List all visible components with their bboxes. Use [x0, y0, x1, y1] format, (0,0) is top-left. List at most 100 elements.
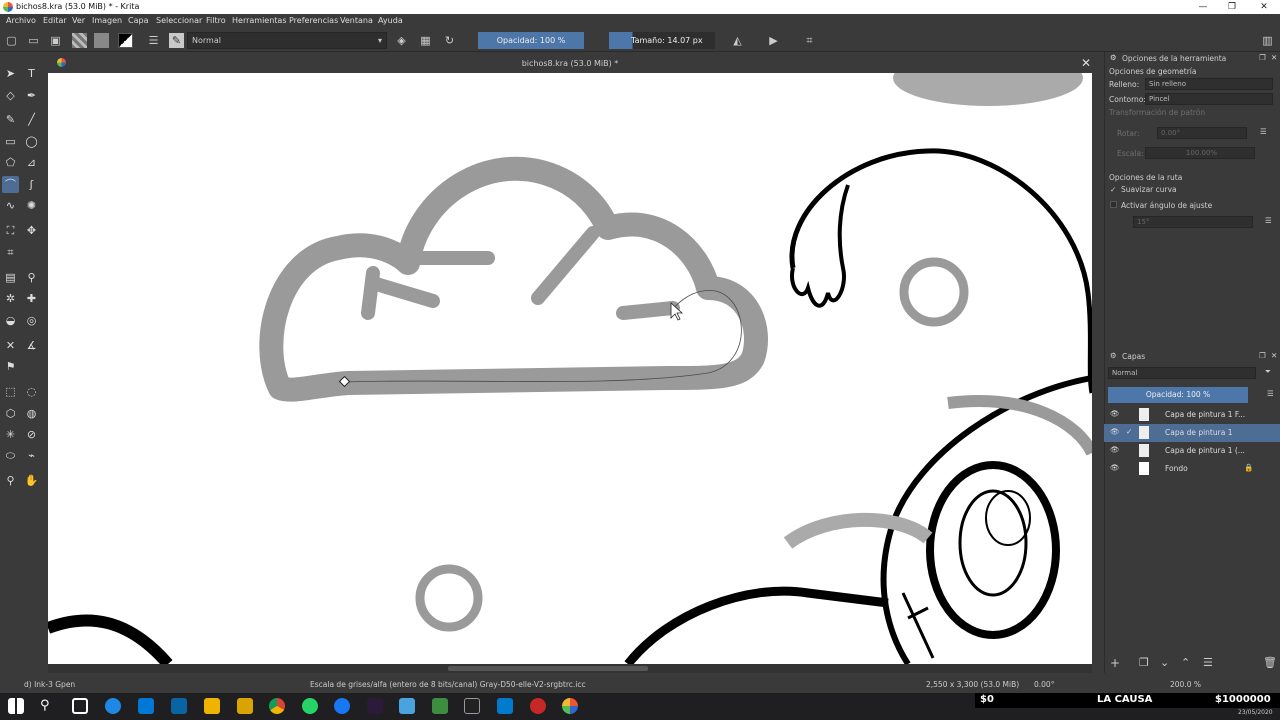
utility-icon[interactable]: [432, 698, 448, 714]
freehand-brush-tool-icon[interactable]: ✎: [2, 111, 19, 128]
wrap-around-icon[interactable]: ⌗: [802, 33, 817, 48]
measure-tool-icon[interactable]: ∡: [23, 337, 40, 354]
scale-field[interactable]: 100.00%: [1145, 147, 1255, 159]
close-document-icon[interactable]: ✕: [1081, 56, 1091, 70]
menu-editar[interactable]: Editar: [43, 16, 67, 25]
layer-row[interactable]: 👁 Capa de pintura 1 F...: [1104, 406, 1280, 424]
eraser-mode-icon[interactable]: ◈: [394, 33, 409, 48]
multibrush-tool-icon[interactable]: ✺: [23, 197, 40, 214]
reference-images-tool-icon[interactable]: ⚑: [2, 358, 19, 375]
facebook-icon[interactable]: [334, 698, 350, 714]
layer-blend-select[interactable]: Normal: [1108, 367, 1256, 379]
maximize-button[interactable]: ❐: [1216, 0, 1248, 14]
freehand-path-tool-icon[interactable]: ʃ: [23, 176, 40, 193]
similar-color-selection-tool-icon[interactable]: ⊘: [23, 426, 40, 443]
menu-ver[interactable]: Ver: [72, 16, 85, 25]
bezier-curve-tool-icon[interactable]: ⌒: [2, 176, 19, 193]
layer-row[interactable]: 👁 Fondo 🔒: [1104, 460, 1280, 478]
assistant-tool-icon[interactable]: ✕: [2, 337, 19, 354]
snap-angle-checkbox[interactable]: [1110, 201, 1117, 208]
opacity-slider[interactable]: Opacidad: 100 %: [478, 32, 584, 49]
folder-icon[interactable]: [237, 698, 253, 714]
zoom-tool-icon[interactable]: ⚲: [2, 472, 19, 489]
chrome-icon[interactable]: [269, 698, 285, 714]
minimize-button[interactable]: —: [1187, 0, 1219, 14]
search-icon[interactable]: ⚲: [40, 698, 56, 714]
rectangle-tool-icon[interactable]: ▭: [2, 133, 19, 150]
crop-tool-icon[interactable]: ⌗: [2, 244, 19, 261]
menu-ventana[interactable]: Ventana: [340, 16, 373, 25]
task-view-icon[interactable]: [72, 698, 88, 714]
duplicate-layer-icon[interactable]: ❐: [1139, 656, 1149, 669]
polyline-tool-icon[interactable]: ⊿: [23, 154, 40, 171]
fill-select[interactable]: Sin relleno: [1145, 78, 1273, 90]
move-layer-down-icon[interactable]: ⌄: [1160, 656, 1169, 669]
calligraphy-tool-icon[interactable]: ✒: [23, 87, 40, 104]
mirror-horizontal-icon[interactable]: ◭: [730, 33, 745, 48]
menu-imagen[interactable]: Imagen: [92, 16, 122, 25]
horizontal-scrollbar[interactable]: [48, 664, 1092, 673]
notes-icon[interactable]: [399, 698, 415, 714]
close-window-button[interactable]: ✕: [1248, 0, 1280, 14]
save-document-icon[interactable]: ▣: [48, 33, 63, 48]
add-layer-icon[interactable]: +: [1110, 656, 1120, 670]
magnetic-selection-tool-icon[interactable]: ⌁: [23, 447, 40, 464]
polygonal-selection-tool-icon[interactable]: ⬡: [2, 405, 19, 422]
float-layers-icon[interactable]: ❐: [1259, 351, 1266, 360]
menu-preferencias[interactable]: Preferencias: [289, 16, 338, 25]
colorize-mask-tool-icon[interactable]: ✲: [2, 290, 19, 307]
brush-preset-icon[interactable]: ✎: [169, 33, 184, 48]
drawing-canvas[interactable]: [48, 73, 1092, 664]
whatsapp-icon[interactable]: [302, 698, 318, 714]
filter-icon[interactable]: ⏷: [1265, 367, 1271, 377]
select-shapes-tool-icon[interactable]: ➤: [2, 65, 19, 82]
explorer-icon[interactable]: [204, 698, 220, 714]
mirror-vertical-icon[interactable]: ▶: [766, 33, 781, 48]
close-docker-icon[interactable]: ✕: [1271, 53, 1277, 62]
pattern-selector-icon[interactable]: [94, 33, 109, 48]
new-document-icon[interactable]: ▢: [4, 33, 19, 48]
preserve-alpha-icon[interactable]: ▦: [418, 33, 433, 48]
rectangular-selection-tool-icon[interactable]: ⬚: [2, 383, 19, 400]
zoom-level[interactable]: 200.0 %: [1170, 680, 1201, 689]
rotation-value[interactable]: 0.00°: [1034, 680, 1054, 689]
lock-icon[interactable]: 🔒: [1244, 463, 1253, 472]
layer-row[interactable]: 👁 Capa de pintura 1 (...: [1104, 442, 1280, 460]
polygon-tool-icon[interactable]: ⬠: [2, 154, 19, 171]
layer-row-selected[interactable]: 👁 ✓ Capa de pintura 1: [1104, 424, 1280, 442]
enclose-fill-tool-icon[interactable]: ◎: [23, 312, 40, 329]
visibility-eye-icon[interactable]: 👁: [1110, 463, 1120, 472]
mail-icon[interactable]: [171, 698, 187, 714]
move-layer-up-icon[interactable]: ⌃: [1181, 656, 1190, 669]
rotate-field[interactable]: 0.00°: [1157, 127, 1247, 139]
terminal-icon[interactable]: [464, 698, 480, 714]
line-tool-icon[interactable]: ╱: [23, 111, 40, 128]
layer-options-icon[interactable]: ☰: [1267, 389, 1274, 398]
outline-select[interactable]: Pincel: [1145, 93, 1273, 105]
vscode-icon[interactable]: [497, 698, 513, 714]
blend-mode-select[interactable]: Normal ▾: [187, 32, 387, 49]
app-icon[interactable]: [367, 698, 383, 714]
smooth-curve-checkbox[interactable]: ✓: [1110, 185, 1116, 194]
menu-archivo[interactable]: Archivo: [6, 16, 36, 25]
menu-ayuda[interactable]: Ayuda: [378, 16, 403, 25]
fill-tool-icon[interactable]: ◒: [2, 312, 19, 329]
layer-opacity-slider[interactable]: Opacidad: 100 %: [1108, 387, 1248, 403]
ellipse-tool-icon[interactable]: ◯: [23, 133, 40, 150]
visibility-eye-icon[interactable]: 👁: [1110, 427, 1120, 436]
size-slider[interactable]: Tamaño: 14.07 px: [609, 32, 715, 49]
krita-taskbar-icon[interactable]: [562, 698, 578, 714]
freehand-selection-tool-icon[interactable]: ◍: [23, 405, 40, 422]
color-swap-icon[interactable]: [118, 33, 133, 48]
elliptical-selection-tool-icon[interactable]: ◌: [23, 383, 40, 400]
workspace-icon[interactable]: ▥: [1260, 33, 1275, 48]
document-tab[interactable]: bichos8.kra (53.0 MiB) * ✕: [47, 55, 1093, 73]
delete-layer-icon[interactable]: 🗑: [1263, 656, 1277, 669]
menu-filtro[interactable]: Filtro: [206, 16, 226, 25]
brush-settings-icon[interactable]: ☰: [146, 33, 161, 48]
color-picker-tool-icon[interactable]: ⚲: [23, 269, 40, 286]
pan-tool-icon[interactable]: ✋: [23, 472, 40, 489]
dynamic-brush-tool-icon[interactable]: ∿: [2, 197, 19, 214]
visibility-eye-icon[interactable]: 👁: [1110, 445, 1120, 454]
menu-herramientas[interactable]: Herramientas: [232, 16, 287, 25]
